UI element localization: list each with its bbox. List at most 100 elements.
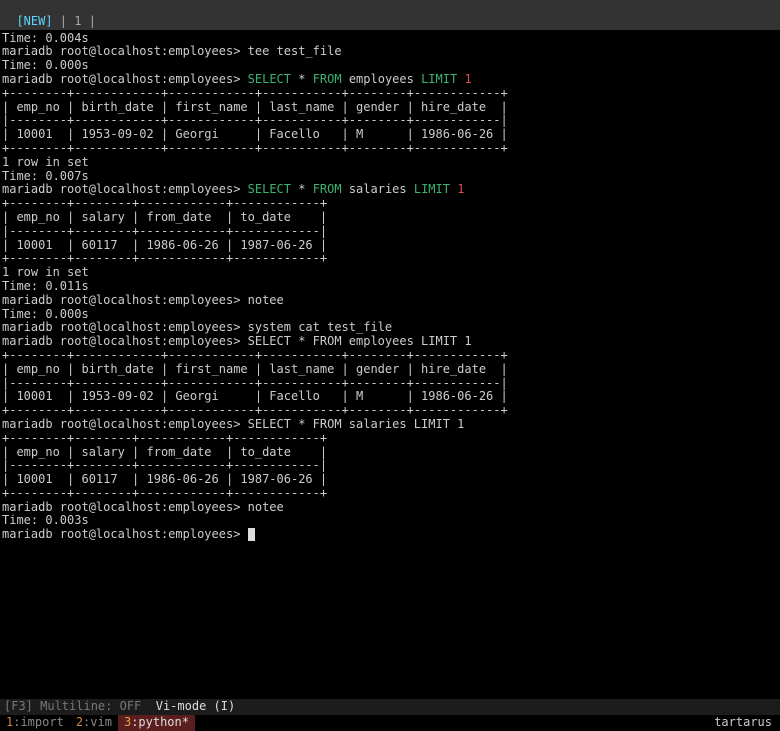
terminal-token: mariadb root@localhost:employees> notee xyxy=(2,293,284,307)
terminal-line: Time: 0.011s xyxy=(2,280,778,294)
terminal-line: | emp_no | salary | from_date | to_date … xyxy=(2,211,778,225)
tmux-window-label: :python* xyxy=(131,715,189,729)
terminal-token: SELECT xyxy=(248,182,291,196)
terminal-token: +--------+------------+------------+----… xyxy=(2,141,508,155)
terminal-line: mariadb root@localhost:employees> notee xyxy=(2,501,778,515)
terminal-token: +--------+------------+------------+----… xyxy=(2,403,508,417)
terminal-token: +--------+------------+------------+----… xyxy=(2,86,508,100)
terminal-token: 1 row in set xyxy=(2,155,89,169)
terminal-token: * xyxy=(291,72,313,86)
terminal-token: Time: 0.000s xyxy=(2,307,89,321)
terminal-line: +--------+--------+------------+--------… xyxy=(2,197,778,211)
terminal-token: +--------+--------+------------+--------… xyxy=(2,431,327,445)
terminal-token: 1 row in set xyxy=(2,265,89,279)
terminal-line: mariadb root@localhost:employees> SELECT… xyxy=(2,335,778,349)
terminal-line: +--------+------------+------------+----… xyxy=(2,142,778,156)
terminal-token: LIMIT xyxy=(414,182,450,196)
terminal-line: | emp_no | salary | from_date | to_date … xyxy=(2,446,778,460)
tmux-status-bar[interactable]: 1:import2:vim3:python*tartarus xyxy=(0,715,780,731)
terminal-token: |--------+------------+------------+----… xyxy=(2,376,508,390)
terminal-token: mariadb root@localhost:employees> notee xyxy=(2,500,284,514)
terminal-line: mariadb root@localhost:employees> SELECT… xyxy=(2,418,778,432)
terminal-line: |--------+--------+------------+--------… xyxy=(2,225,778,239)
terminal-token: Time: 0.004s xyxy=(2,31,89,45)
terminal-line: Time: 0.004s xyxy=(2,32,778,46)
terminal-token: FROM xyxy=(313,72,342,86)
mycli-top-bar: [NEW] | 1 | xyxy=(0,0,780,30)
tmux-window-vim[interactable]: 2:vim xyxy=(70,715,118,731)
cursor xyxy=(248,528,255,541)
terminal-line: +--------+------------+------------+----… xyxy=(2,349,778,363)
terminal-token: |--------+--------+------------+--------… xyxy=(2,224,327,238)
terminal-line: +--------+------------+------------+----… xyxy=(2,87,778,101)
new-indicator: [NEW] xyxy=(16,14,52,28)
terminal-line: |--------+--------+------------+--------… xyxy=(2,459,778,473)
terminal-line: Time: 0.003s xyxy=(2,514,778,528)
terminal-line: |--------+------------+------------+----… xyxy=(2,114,778,128)
terminal-token: FROM xyxy=(313,182,342,196)
terminal-line: mariadb root@localhost:employees> SELECT… xyxy=(2,73,778,87)
terminal-token: | emp_no | salary | from_date | to_date … xyxy=(2,210,327,224)
terminal-line: | 10001 | 1953-09-02 | Georgi | Facello … xyxy=(2,128,778,142)
terminal-output[interactable]: Time: 0.004smariadb root@localhost:emplo… xyxy=(0,30,780,544)
terminal-line: mariadb root@localhost:employees> tee te… xyxy=(2,45,778,59)
footer: [F3] Multiline: OFF Vi-mode (I) 1:import… xyxy=(0,699,780,731)
status-left: [F3] Multiline: OFF xyxy=(4,699,156,713)
terminal-line: | emp_no | birth_date | first_name | las… xyxy=(2,101,778,115)
terminal-token: | emp_no | birth_date | first_name | las… xyxy=(2,362,508,376)
terminal-line: Time: 0.000s xyxy=(2,59,778,73)
tmux-window-number: 2 xyxy=(76,715,83,729)
terminal-token: 1 xyxy=(457,182,464,196)
terminal-line: mariadb root@localhost:employees> xyxy=(2,528,778,542)
tmux-window-python[interactable]: 3:python* xyxy=(118,715,195,731)
terminal-token: |--------+------------+------------+----… xyxy=(2,113,508,127)
terminal-token: mariadb root@localhost:employees> xyxy=(2,527,248,541)
terminal-line: +--------+--------+------------+--------… xyxy=(2,432,778,446)
terminal-token: +--------+--------+------------+--------… xyxy=(2,486,327,500)
terminal-token: LIMIT xyxy=(421,72,457,86)
terminal-token: Time: 0.003s xyxy=(2,513,89,527)
terminal-token: salaries xyxy=(342,182,414,196)
terminal-line: 1 row in set xyxy=(2,156,778,170)
mycli-status-line: [F3] Multiline: OFF Vi-mode (I) xyxy=(0,699,780,715)
terminal-token: mariadb root@localhost:employees> system… xyxy=(2,320,392,334)
terminal-token: SELECT xyxy=(248,72,291,86)
tmux-window-label: :import xyxy=(13,715,64,729)
terminal-line: | 10001 | 60117 | 1986-06-26 | 1987-06-2… xyxy=(2,239,778,253)
terminal-token: mariadb root@localhost:employees> xyxy=(2,182,248,196)
terminal-token: mariadb root@localhost:employees> SELECT… xyxy=(2,334,472,348)
terminal-line: | 10001 | 1953-09-02 | Georgi | Facello … xyxy=(2,390,778,404)
terminal-token: | emp_no | birth_date | first_name | las… xyxy=(2,100,508,114)
terminal-line: | emp_no | birth_date | first_name | las… xyxy=(2,363,778,377)
terminal-line: mariadb root@localhost:employees> SELECT… xyxy=(2,183,778,197)
terminal-line: +--------+------------+------------+----… xyxy=(2,404,778,418)
top-bar-rest: | 1 | xyxy=(53,14,96,28)
terminal-token: | 10001 | 1953-09-02 | Georgi | Facello … xyxy=(2,127,508,141)
terminal-line: Time: 0.000s xyxy=(2,308,778,322)
terminal-token: | 10001 | 60117 | 1986-06-26 | 1987-06-2… xyxy=(2,472,327,486)
terminal-token: +--------+------------+------------+----… xyxy=(2,348,508,362)
terminal-token: employees xyxy=(342,72,421,86)
terminal-token: mariadb root@localhost:employees> tee te… xyxy=(2,44,342,58)
terminal-token: Time: 0.011s xyxy=(2,279,89,293)
terminal-token: |--------+--------+------------+--------… xyxy=(2,458,327,472)
terminal-line: Time: 0.007s xyxy=(2,170,778,184)
terminal-line: +--------+--------+------------+--------… xyxy=(2,487,778,501)
terminal-line: +--------+--------+------------+--------… xyxy=(2,252,778,266)
terminal-token: +--------+--------+------------+--------… xyxy=(2,251,327,265)
tmux-window-label: :vim xyxy=(83,715,112,729)
vi-mode-indicator: Vi-mode (I) xyxy=(156,699,235,713)
terminal-token: Time: 0.000s xyxy=(2,58,89,72)
terminal-line: mariadb root@localhost:employees> system… xyxy=(2,321,778,335)
terminal-line: mariadb root@localhost:employees> notee xyxy=(2,294,778,308)
terminal-token: * xyxy=(291,182,313,196)
terminal-token: +--------+--------+------------+--------… xyxy=(2,196,327,210)
terminal-line: | 10001 | 60117 | 1986-06-26 | 1987-06-2… xyxy=(2,473,778,487)
terminal-token: mariadb root@localhost:employees> SELECT… xyxy=(2,417,464,431)
terminal-token: Time: 0.007s xyxy=(2,169,89,183)
tmux-host: tartarus xyxy=(706,715,780,731)
terminal-token: | 10001 | 60117 | 1986-06-26 | 1987-06-2… xyxy=(2,238,327,252)
tmux-window-import[interactable]: 1:import xyxy=(0,715,70,731)
terminal-line: 1 row in set xyxy=(2,266,778,280)
terminal-token: 1 xyxy=(464,72,471,86)
